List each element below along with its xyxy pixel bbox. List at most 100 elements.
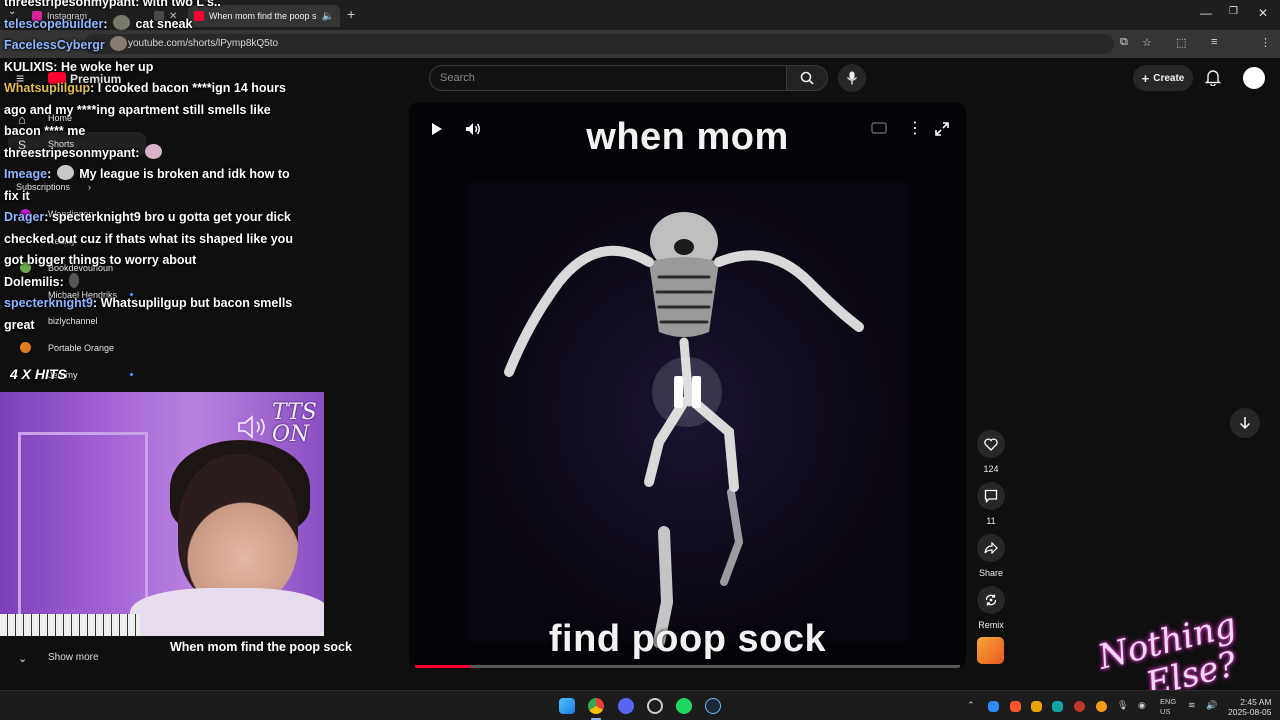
tray-app-icon[interactable]: [1074, 701, 1085, 712]
minimize-button[interactable]: —: [1200, 6, 1212, 20]
volume-icon[interactable]: 🔊: [1206, 700, 1217, 711]
screen: ⌄ Instagram ✕ When mom find the poop s 🔈…: [0, 0, 1280, 720]
comments-button[interactable]: [977, 482, 1005, 510]
discord-icon[interactable]: [618, 698, 634, 714]
chat-text: KULIXIS: He woke her up: [4, 59, 154, 74]
chat-username: Whatsuplilgup: [4, 81, 91, 95]
tray-app-icon[interactable]: [988, 701, 999, 712]
pause-button[interactable]: [652, 357, 722, 427]
extensions-icon[interactable]: ⬚: [1176, 36, 1186, 49]
spotify-icon[interactable]: [676, 698, 692, 714]
new-content-dot: [130, 373, 133, 376]
tts-state: ON: [272, 422, 310, 447]
install-app-icon[interactable]: ⧉: [1120, 36, 1128, 49]
video-progress-fill: [415, 665, 470, 668]
chat-message: telescopebuilder: cat sneak: [4, 14, 193, 31]
maximize-button[interactable]: ❐: [1229, 6, 1238, 17]
chat-message: Imeage: My league is broken and idk how …: [4, 165, 290, 203]
streamer-webcam: TTS ON: [0, 392, 324, 636]
tts-status: TTS ON: [272, 402, 317, 446]
sound-thumbnail[interactable]: [977, 637, 1004, 664]
voice-search-button[interactable]: [838, 64, 866, 92]
close-icon[interactable]: ✕: [339, 11, 340, 22]
chrome-menu-icon[interactable]: ⋮: [1260, 36, 1271, 49]
emote-icon: [112, 14, 130, 30]
caption-bottom: find poop sock: [548, 618, 827, 660]
more-options-icon[interactable]: ⋮: [907, 118, 923, 138]
media-controls-icon[interactable]: ≡: [1211, 36, 1217, 48]
heart-icon: [984, 437, 998, 451]
chat-text: My league is broken and idk how to fix i…: [4, 167, 290, 203]
share-button[interactable]: [977, 534, 1005, 562]
fullscreen-icon[interactable]: [935, 122, 949, 136]
tray-app-icon[interactable]: [1096, 701, 1107, 712]
search-button[interactable]: [786, 65, 828, 91]
chat-username: FacelessCybergr: [4, 38, 105, 52]
chat-username: Drager: [4, 210, 45, 224]
arrow-down-icon: [1239, 417, 1251, 430]
steam-icon[interactable]: [705, 698, 721, 714]
tray-app-icon[interactable]: [1031, 701, 1042, 712]
chrome-icon[interactable]: [588, 698, 604, 714]
chat-message: FacelessCybergr: [4, 35, 304, 57]
speaker-icon[interactable]: 🔈: [322, 11, 334, 22]
tray-app-icon[interactable]: [1052, 701, 1063, 712]
like-count: 124: [983, 464, 999, 474]
bookmark-star-icon[interactable]: ☆: [1142, 36, 1152, 49]
chat-text: Dolemilis:: [4, 274, 64, 289]
emote-icon: [56, 165, 74, 180]
remix-button[interactable]: [977, 586, 1005, 614]
microphone-icon[interactable]: 🎙: [1117, 700, 1128, 711]
chat-text: threestripesonmypant: with two L's..: [4, 0, 221, 9]
chat-text: cat sneak: [135, 16, 193, 31]
speaker-icon: [238, 415, 265, 439]
tray-expand-icon[interactable]: ⌃: [967, 700, 975, 711]
notifications-bell-icon[interactable]: [1205, 69, 1221, 86]
plus-icon: +: [1141, 70, 1150, 86]
show-more-button[interactable]: Show more: [48, 652, 99, 663]
search-placeholder: Search: [440, 72, 475, 84]
video-progress-bar[interactable]: [415, 665, 960, 668]
region-label: US: [1160, 707, 1171, 716]
chat-username: Imeage: [4, 167, 48, 181]
close-window-button[interactable]: ✕: [1258, 6, 1268, 20]
emote-icon: [144, 143, 162, 159]
search-input[interactable]: Search: [429, 65, 787, 91]
volume-icon[interactable]: [465, 122, 481, 136]
chat-text: threestripesonmypant:: [4, 145, 140, 160]
windows-start-icon[interactable]: [559, 698, 575, 714]
create-button[interactable]: + Create: [1133, 65, 1193, 91]
chat-username: telescopebuilder: [4, 16, 104, 31]
hits-counter: 4 X HITS: [10, 366, 67, 382]
next-short-button[interactable]: [1230, 408, 1260, 438]
microphone-icon: [846, 71, 858, 85]
webcam-door: [18, 432, 148, 636]
comment-count: 11: [986, 516, 996, 526]
chat-username: specterknight9: [4, 296, 93, 310]
chat-message: threestripesonmypant: with two L's..: [4, 0, 304, 14]
new-tab-button[interactable]: +: [347, 6, 355, 22]
chat-message: Drager: specterknight9 bro u gotta get y…: [4, 210, 293, 267]
language-label: ENG: [1160, 697, 1177, 706]
search-icon: [800, 71, 814, 85]
sidebar-channel[interactable]: Portable Orange: [48, 343, 114, 353]
clock-time: 2:45 AM: [1240, 697, 1272, 707]
system-clock[interactable]: 2:45 AM 2025-08-05: [1228, 697, 1271, 717]
short-title[interactable]: When mom find the poop sock: [170, 640, 352, 654]
webcam-shirt: [130, 588, 324, 636]
comment-icon: [984, 489, 998, 503]
account-avatar[interactable]: [1243, 67, 1265, 89]
share-arrow-icon: [984, 542, 998, 554]
closed-captions-icon[interactable]: [871, 122, 887, 134]
wifi-icon[interactable]: ≋: [1188, 700, 1196, 711]
input-language[interactable]: ENG US: [1160, 697, 1176, 717]
shorts-player[interactable]: when mom find poop sock ⋮: [409, 102, 966, 668]
chat-message: KULIXIS: He woke her up: [4, 57, 304, 79]
share-label: Share: [978, 568, 1004, 578]
pause-icon-bar: [673, 376, 683, 408]
obs-icon[interactable]: [647, 698, 663, 714]
tray-app-icon[interactable]: ◉: [1138, 700, 1146, 711]
brave-icon[interactable]: [1010, 701, 1021, 712]
play-icon[interactable]: [429, 122, 443, 136]
like-button[interactable]: [977, 430, 1005, 458]
